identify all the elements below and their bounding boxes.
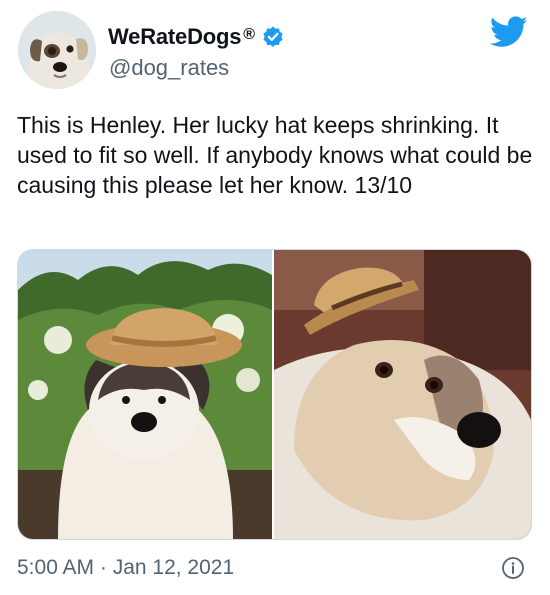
photo-puppy-with-hat[interactable] xyxy=(18,250,272,539)
verified-badge-icon xyxy=(263,26,283,47)
tweet-text: This is Henley. Her lucky hat keeps shri… xyxy=(17,112,533,198)
tweet-timestamp[interactable]: 5:00 AM · Jan 12, 2021 xyxy=(17,556,234,580)
puppy-photo-image xyxy=(18,250,272,539)
author-display-name[interactable]: WeRateDogs xyxy=(108,24,241,50)
photo-dog-with-tiny-hat[interactable] xyxy=(274,250,531,539)
twitter-bird-icon[interactable] xyxy=(490,16,528,48)
author-handle[interactable]: @dog_rates xyxy=(109,55,229,81)
info-icon[interactable] xyxy=(501,556,525,580)
tweet-media-grid xyxy=(17,249,532,540)
author-name-row[interactable]: WeRateDogs ® xyxy=(108,22,285,52)
author-avatar[interactable] xyxy=(18,11,96,89)
dog-photo-image xyxy=(274,250,531,539)
registered-mark: ® xyxy=(243,26,256,43)
dog-face-avatar-icon xyxy=(18,11,96,89)
